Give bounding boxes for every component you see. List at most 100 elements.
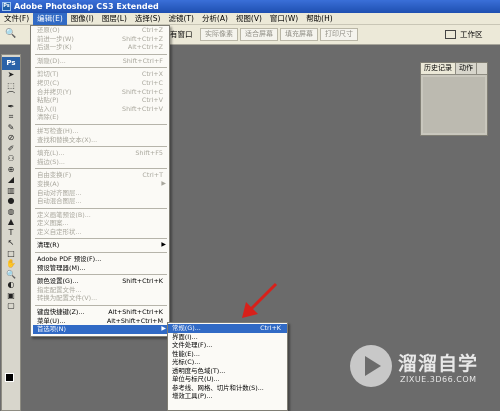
foreground-color-swatch[interactable] [5,373,14,382]
blur-tool-icon[interactable]: ● [2,196,20,207]
brush-tool-icon[interactable]: ✐ [2,144,20,155]
menu-4[interactable]: 选择(S) [131,13,165,25]
direct-select-tool-icon[interactable]: ↖ [2,238,20,249]
menu-item: 转换为配置文件(V)... [33,294,169,303]
menu-item[interactable]: 文件处理(F)... [168,341,287,350]
menu-item: 定义图案... [33,219,169,228]
menu-8[interactable]: 窗口(W) [266,13,302,25]
actual-pixels-button[interactable]: 实际像素 [200,28,238,41]
menu-item[interactable]: 常规(G)... Ctrl+K [168,324,287,333]
menu-item: 后退一步(K) Alt+Ctrl+Z [33,43,169,52]
menu-item-label: 增效工具(P)... [172,392,213,400]
menu-item-label: 性能(E)... [172,349,200,358]
submenu-arrow-icon: ▶ [161,179,166,187]
move-tool-icon[interactable]: ➤ [2,70,20,81]
menu-3[interactable]: 图层(L) [98,13,131,25]
menu-item-label: 菜单(U)... [37,316,66,325]
menu-item[interactable]: 菜单(U)... Alt+Shift+Ctrl+M [33,317,169,326]
menu-item[interactable]: 参考线、网格、切片和计数(S)... [168,384,287,393]
menu-item[interactable]: 透明度与色域(T)... [168,367,287,376]
watermark: 溜溜自学 ZIXUE.3D66.COM [350,345,500,393]
menu-item[interactable]: 预设管理器(M)... [33,264,169,273]
hand-tool-icon[interactable]: ✋ [2,259,20,270]
path-select-tool-icon[interactable]: ▲ [2,217,20,228]
history-panel: 历史记录 动作 [420,62,488,136]
fit-screen-button[interactable]: 适合屏幕 [240,28,278,41]
zoom-tool-icon[interactable]: 🔍 [2,270,20,281]
menu-item-shortcut: Shift+Ctrl+C [121,87,163,96]
slice-tool-icon[interactable]: ✎ [2,123,20,134]
type-tool-icon[interactable]: T [2,228,20,239]
menu-item-label: 剪切(T) [37,70,59,79]
menu-item-label: 清除(E) [37,113,59,122]
menu-1[interactable]: 编辑(E) [33,12,67,25]
menu-item-shortcut: Ctrl+X [141,70,163,79]
menu-item-label: 首选项(N) [37,325,66,334]
workspace-icon[interactable] [445,30,456,39]
menu-item-label: 定义图案... [37,219,69,228]
menu-item: 查找和替换文本(X)... [33,136,169,145]
zoom-tool-icon[interactable]: 🔍 [5,29,16,39]
print-size-button[interactable]: 打印尺寸 [320,28,358,41]
menu-item-label: 自由变换(F) [37,171,72,180]
menu-5[interactable]: 滤镜(T) [165,13,198,25]
menu-item[interactable]: 单位与标尺(U)... [168,375,287,384]
lasso-tool-icon[interactable]: ⌒ [2,91,20,102]
menu-item-label: 常规(G)... [172,324,201,332]
gradient-tool-icon[interactable]: ▥ [2,186,20,197]
clone-tool-icon[interactable]: ⚇ [2,154,20,165]
menu-item-label: 描边(S)... [37,157,65,166]
menu-item: 变换(A) ▶ [33,180,169,189]
menu-item-shortcut: Ctrl+V [141,96,163,105]
menu-item-label: 定义自定形状... [37,227,82,236]
marquee-tool-icon[interactable]: ⬚ [2,81,20,92]
dodge-tool-icon[interactable]: ◍ [2,207,20,218]
menu-item-shortcut: Shift+Ctrl+K [122,277,163,286]
menu-item-label: Adobe PDF 预设(F)... [37,255,102,264]
eraser-tool-icon[interactable]: ◢ [2,175,20,186]
jump-tool-icon[interactable]: ▢ [2,301,20,312]
watermark-title: 溜溜自学 [398,353,479,375]
menu-item[interactable]: 增效工具(P)... [168,392,287,401]
menu-item-shortcut: Shift+Ctrl+F [122,56,163,65]
screen-mode-tool-icon[interactable]: ▣ [2,291,20,302]
tab-actions[interactable]: 动作 [456,63,477,74]
menu-item-shortcut: Shift+Ctrl+V [122,104,163,113]
magic-wand-tool-icon[interactable]: ✒ [2,102,20,113]
menu-item-label: 预设管理器(M)... [37,263,86,272]
app-icon: Ps [2,2,11,11]
menu-item: 粘贴(P) Ctrl+V [33,96,169,105]
menu-item[interactable]: 键盘快捷键(Z)... Alt+Shift+Ctrl+K [33,308,169,317]
menu-item[interactable]: 光标(C)... [168,358,287,367]
menu-item: 定义画笔预设(B)... [33,211,169,220]
menu-item: 前进一步(W) Shift+Ctrl+Z [33,35,169,44]
menu-item-label: 单位与标尺(U)... [172,375,220,383]
menu-7[interactable]: 视图(V) [232,13,266,25]
menu-item[interactable]: 颜色设置(G)... Shift+Ctrl+K [33,277,169,286]
menu-item-label: 定义画笔预设(B)... [37,210,91,219]
healing-tool-icon[interactable]: ⊘ [2,133,20,144]
quick-mask-tool-icon[interactable]: ◐ [2,280,20,291]
history-brush-tool-icon[interactable]: ⊕ [2,165,20,176]
menu-item-label: 查找和替换文本(X)... [37,135,98,144]
crop-tool-icon[interactable]: ⌗ [2,112,20,123]
menu-item[interactable]: 性能(E)... [168,350,287,359]
menu-item[interactable]: 清理(R) ▶ [33,241,169,250]
menu-item-label: 转换为配置文件(V)... [37,294,98,303]
fill-screen-button[interactable]: 填充屏幕 [280,28,318,41]
menu-9[interactable]: 帮助(H) [302,13,337,25]
workspace-menu[interactable]: 工作区 [460,28,483,41]
shape-tool-icon[interactable]: □ [2,249,20,260]
menu-item-label: 透明度与色域(T)... [172,366,226,375]
menu-item[interactable]: Adobe PDF 预设(F)... [33,255,169,264]
menu-item[interactable]: 首选项(N) ▶ [33,325,169,334]
menu-2[interactable]: 图像(I) [67,13,98,25]
menu-6[interactable]: 分析(A) [198,13,232,25]
menu-item[interactable]: 界面(I)... [168,333,287,342]
menu-item-label: 还原(O) [37,26,60,34]
menu-0[interactable]: 文件(F) [0,13,33,25]
menu-item: 填充(L)... Shift+F5 [33,149,169,158]
tab-history[interactable]: 历史记录 [421,63,456,74]
menu-item: 清除(E) [33,113,169,122]
menu-item-shortcut: Alt+Ctrl+Z [127,43,163,52]
